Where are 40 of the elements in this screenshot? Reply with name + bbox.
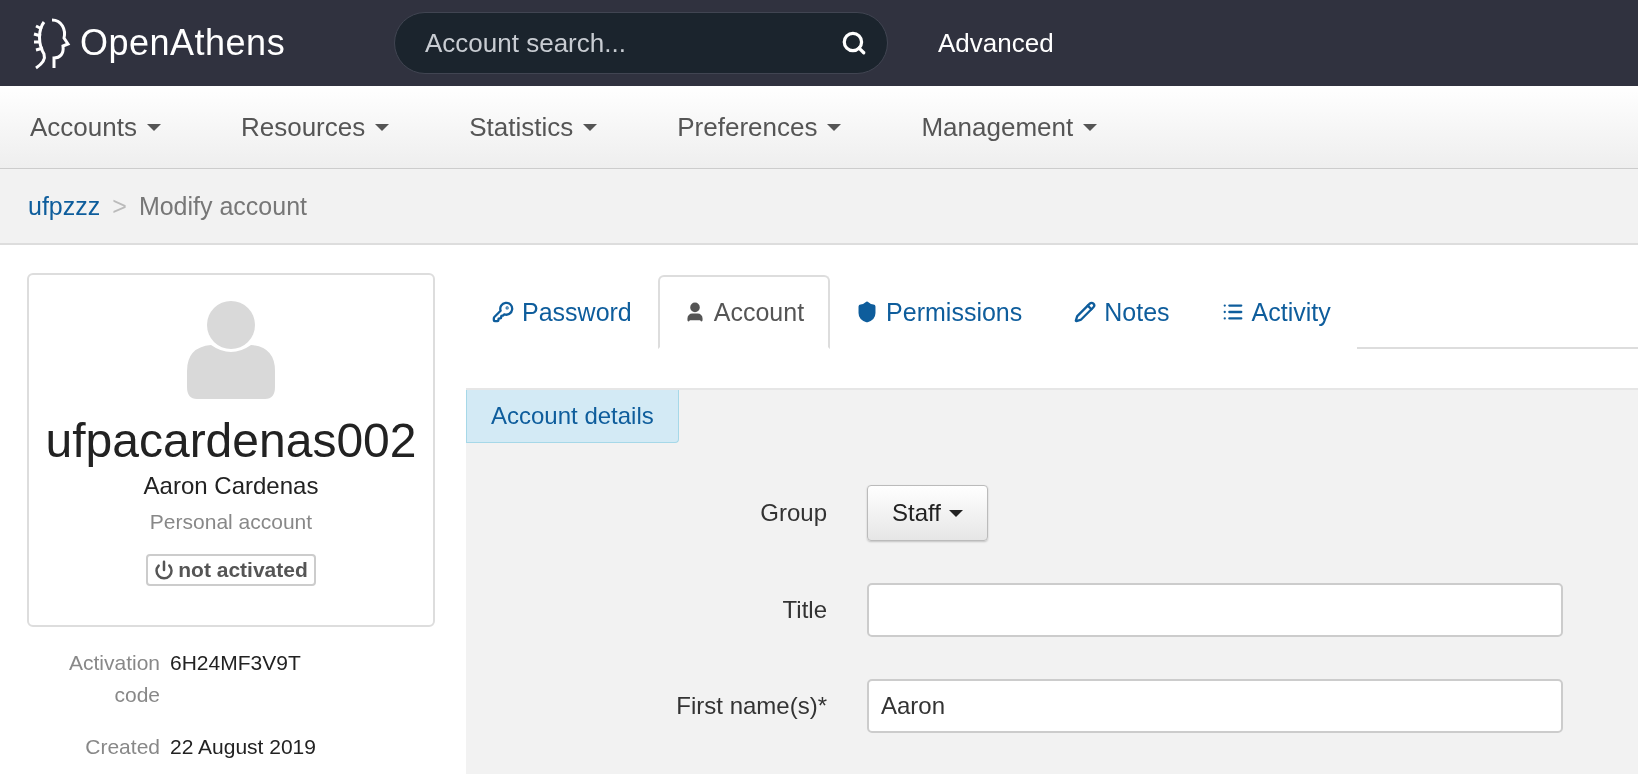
caret-icon	[948, 509, 963, 517]
field-label: First name(s)*	[675, 692, 827, 720]
caret-icon	[827, 123, 842, 131]
nav-menu-item[interactable]: Preferences	[677, 111, 842, 143]
search-bar[interactable]: Account search...	[394, 12, 888, 74]
account-type: Personal account	[149, 510, 313, 534]
detail-label: Activation code	[67, 650, 160, 708]
detail-label: Created	[84, 734, 160, 760]
caret-icon	[146, 123, 161, 131]
input-field[interactable]: Aaron	[867, 679, 1563, 733]
breadcrumb-separator: >	[112, 191, 127, 221]
breadcrumb-current: Modify account	[138, 191, 307, 221]
pencil-icon	[1074, 301, 1097, 323]
status-text: not activated	[178, 558, 308, 582]
power-icon	[154, 560, 175, 580]
caret-icon	[375, 123, 390, 131]
field-label: Title	[781, 596, 827, 624]
detail-value: 22 August 2019	[170, 734, 317, 760]
input-field[interactable]	[867, 583, 1563, 637]
breadcrumb-link[interactable]: ufpzzz	[28, 191, 101, 221]
key-icon	[492, 301, 514, 323]
caret-icon	[1083, 123, 1098, 131]
section-tab-label: Account details	[466, 390, 679, 443]
search-icon[interactable]	[841, 30, 867, 56]
full-name: Aaron Cardenas	[143, 472, 319, 500]
detail-value: 6H24MF3V9T	[170, 650, 302, 676]
username: ufpacardenas002	[45, 413, 417, 468]
group-dropdown[interactable]: Staff	[867, 485, 988, 541]
nav-menu-item[interactable]: Resources	[240, 111, 390, 143]
caret-icon	[583, 123, 598, 131]
nav-menu-item[interactable]: Statistics	[469, 111, 598, 143]
tab[interactable]: Account	[657, 275, 831, 349]
field-label: Group	[759, 499, 827, 527]
logo-text: OpenAthens	[80, 22, 286, 64]
advanced-link[interactable]: Advanced	[938, 27, 1054, 59]
search-field[interactable]: Account search...	[423, 26, 841, 60]
list-icon	[1221, 301, 1244, 323]
avatar-silhouette-icon	[187, 301, 275, 399]
nav-menu-item[interactable]: Management	[921, 111, 1098, 143]
nav-menu-item[interactable]: Accounts	[30, 111, 161, 143]
